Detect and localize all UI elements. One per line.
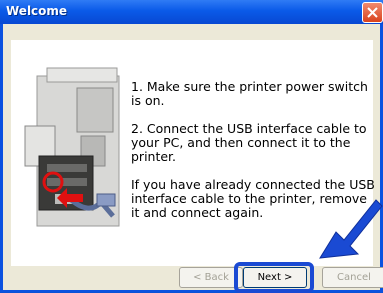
next-button-highlight [234,262,314,293]
title-bar[interactable]: Welcome [0,0,383,24]
cancel-button[interactable]: Cancel [322,267,383,288]
welcome-window: Welcome 1. Make sure the printer power s… [0,0,383,293]
instruction-step-1: 1. Make sure the printer power switch is… [131,79,368,108]
window-title: Welcome [6,4,68,18]
pointer-arrow-icon [319,199,383,259]
printer-usb-illustration [24,67,120,227]
close-button[interactable] [362,2,383,23]
close-icon [367,7,378,18]
instruction-step-2: 2. Connect the USB interface cable to yo… [131,121,367,164]
